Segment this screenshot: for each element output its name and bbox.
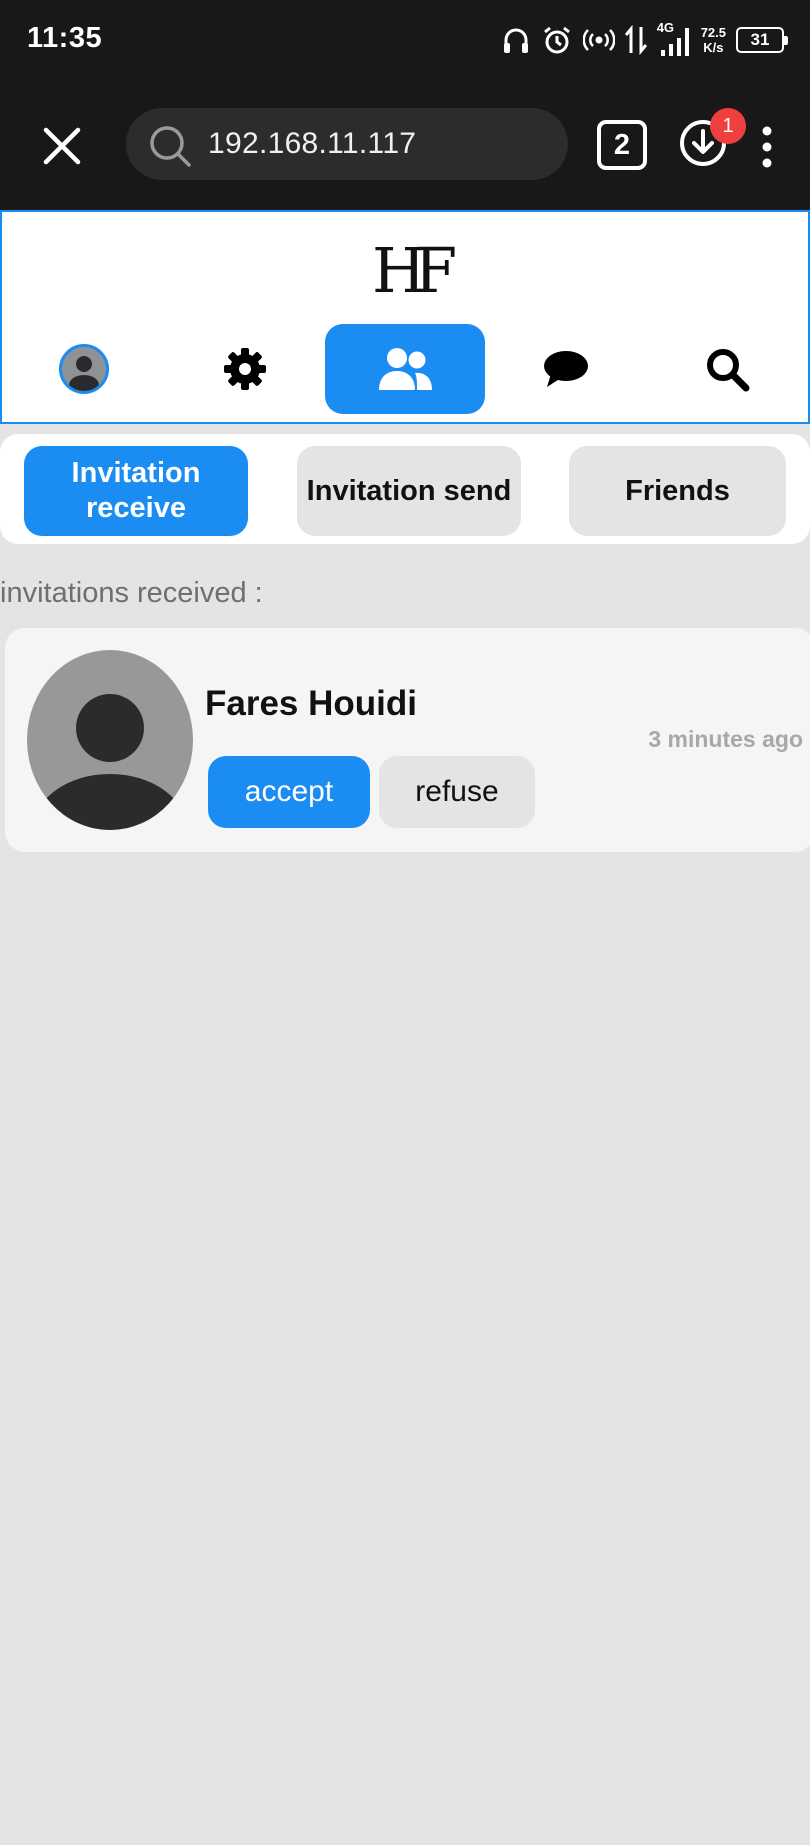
tab-invitation-send[interactable]: Invitation send bbox=[297, 446, 521, 536]
refuse-button[interactable]: refuse bbox=[379, 756, 535, 828]
tab-friends[interactable]: Friends bbox=[569, 446, 786, 536]
app-logo[interactable]: HF bbox=[372, 236, 457, 306]
section-label: invitations received : bbox=[0, 577, 263, 609]
status-time: 11:35 bbox=[27, 22, 103, 54]
avatar-icon bbox=[59, 344, 109, 394]
nav-friends[interactable] bbox=[325, 324, 485, 414]
gear-icon bbox=[224, 348, 266, 390]
hotspot-icon bbox=[582, 29, 615, 51]
more-menu-icon[interactable] bbox=[757, 124, 777, 170]
user-placeholder-icon bbox=[34, 694, 186, 830]
url-text: 192.168.11.117 bbox=[208, 127, 417, 160]
chat-bubble-icon bbox=[544, 351, 588, 387]
signal-icon: 4G bbox=[657, 20, 691, 58]
nav-profile[interactable] bbox=[4, 324, 164, 414]
users-icon bbox=[379, 348, 432, 390]
tab-switcher-button[interactable]: 2 bbox=[597, 120, 647, 170]
invitation-sender-name[interactable]: Fares Houidi bbox=[205, 684, 417, 724]
address-bar[interactable]: 192.168.11.117 bbox=[126, 108, 568, 180]
battery-icon: 31 bbox=[736, 27, 788, 53]
alarm-icon bbox=[543, 26, 570, 54]
download-badge: 1 bbox=[710, 108, 746, 144]
nav-messages[interactable] bbox=[485, 324, 645, 414]
app-header: HF bbox=[0, 210, 810, 424]
invitation-time: 3 minutes ago bbox=[648, 726, 803, 752]
network-speed: 72.5 K/s bbox=[700, 25, 726, 55]
nav-search[interactable] bbox=[647, 324, 807, 414]
close-tab-icon[interactable] bbox=[40, 124, 84, 168]
invitation-card: Fares Houidi 3 minutes ago accept refuse bbox=[5, 628, 810, 852]
headphones-icon bbox=[503, 28, 528, 53]
accept-button[interactable]: accept bbox=[208, 756, 370, 828]
battery-level: 31 bbox=[750, 30, 770, 49]
browser-toolbar: 192.168.11.117 2 1 bbox=[0, 80, 810, 210]
search-icon bbox=[150, 126, 191, 167]
data-transfer-icon bbox=[624, 25, 647, 55]
avatar[interactable] bbox=[27, 650, 193, 830]
nav-settings[interactable] bbox=[165, 324, 325, 414]
status-bar: 11:35 4G 72.5 K/s 31 bbox=[0, 0, 810, 80]
tab-invitation-receive[interactable]: Invitation receive bbox=[24, 446, 248, 536]
invitation-tabs: Invitation receive Invitation send Frien… bbox=[0, 434, 810, 544]
search-icon bbox=[707, 349, 750, 392]
status-icons: 4G 72.5 K/s 31 bbox=[501, 20, 788, 60]
